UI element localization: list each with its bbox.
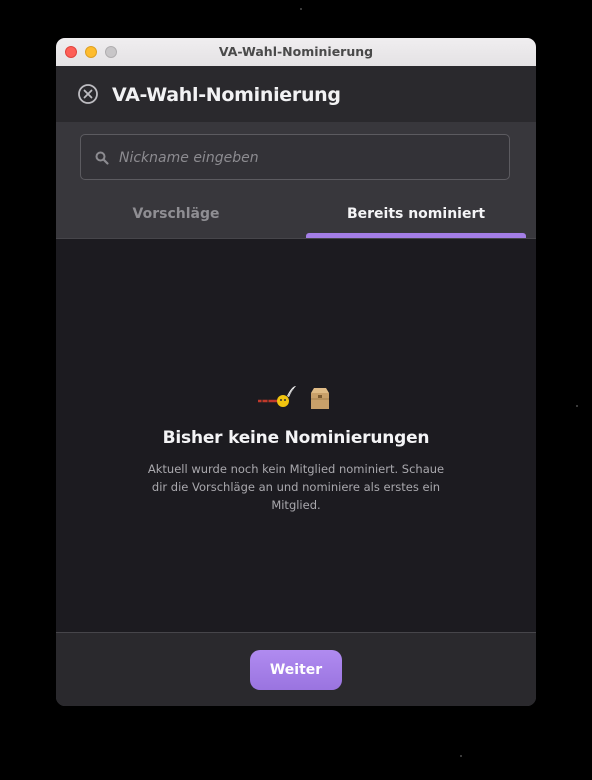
background-dot — [576, 405, 578, 407]
background-dot — [300, 8, 302, 10]
search-icon — [94, 150, 110, 166]
search-and-tabs: Vorschläge Bereits nominiert — [56, 122, 536, 238]
next-button[interactable]: Weiter — [250, 650, 342, 690]
window-titlebar[interactable]: VA-Wahl-Nominierung — [56, 38, 536, 67]
tab-bereits-nominiert[interactable]: Bereits nominiert — [296, 190, 536, 238]
search-box[interactable] — [80, 134, 510, 181]
dialog-footer: Weiter — [56, 633, 536, 706]
feather-pen-and-ballot-box-icon — [256, 384, 336, 414]
empty-state: Bisher keine Nominierungen Aktuell wurde… — [56, 239, 536, 632]
circle-x-icon[interactable] — [77, 83, 99, 105]
app-window: VA-Wahl-Nominierung VA-Wahl-Nominierung … — [56, 38, 536, 706]
background-dot — [460, 755, 462, 757]
dialog-header: VA-Wahl-Nominierung — [56, 66, 536, 122]
tab-vorschlaege[interactable]: Vorschläge — [56, 190, 296, 238]
empty-state-title: Bisher keine Nominierungen — [162, 428, 430, 448]
nickname-search-input[interactable] — [117, 135, 501, 181]
dialog-title: VA-Wahl-Nominierung — [112, 84, 341, 106]
window-title: VA-Wahl-Nominierung — [218, 44, 374, 59]
empty-state-description: Aktuell wurde noch kein Mitglied nominie… — [147, 462, 445, 512]
